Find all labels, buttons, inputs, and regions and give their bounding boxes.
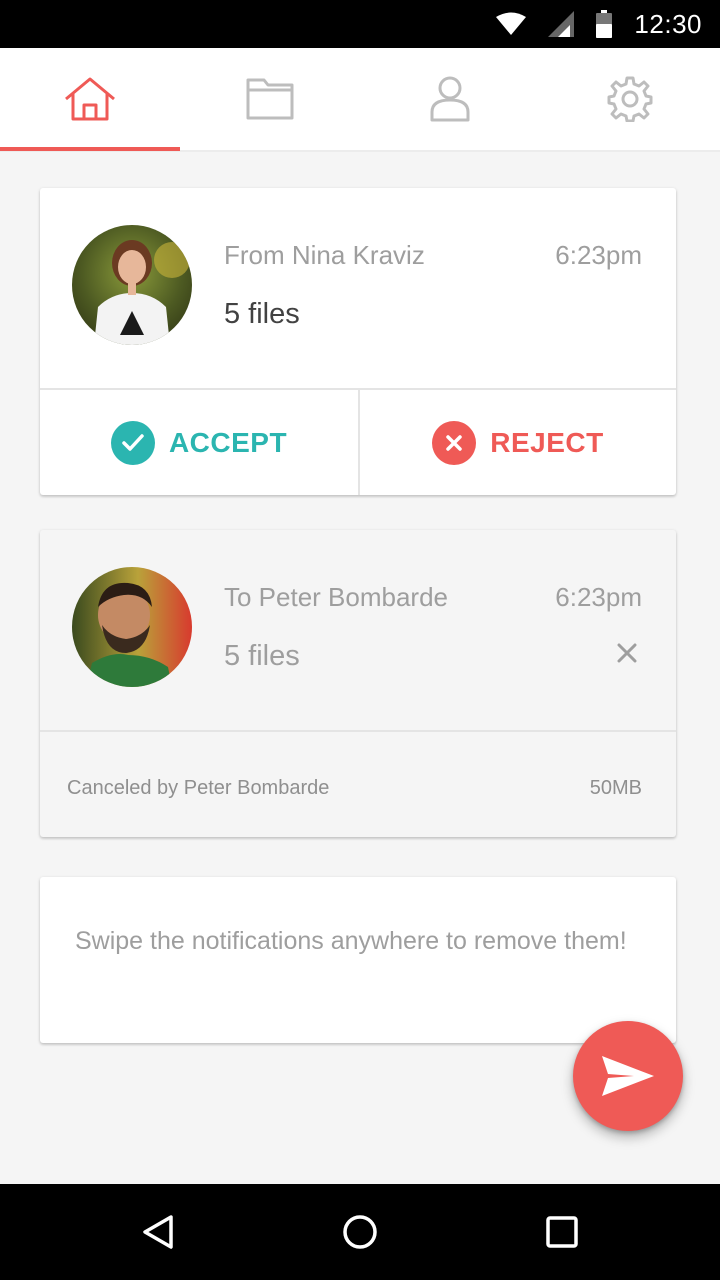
battery-icon	[596, 10, 613, 38]
tab-home[interactable]	[0, 48, 180, 150]
reject-label: REJECT	[490, 427, 604, 458]
file-count: 5 files	[224, 298, 300, 330]
back-icon	[143, 1215, 173, 1249]
send-icon	[602, 1056, 654, 1096]
active-tab-indicator	[0, 147, 180, 151]
back-button[interactable]	[138, 1212, 178, 1252]
avatar	[72, 225, 192, 345]
accept-label: ACCEPT	[168, 427, 288, 458]
timestamp: 6:23pm	[555, 582, 642, 612]
accept-button[interactable]: ACCEPT	[40, 391, 358, 495]
hint-card[interactable]: Swipe the notifications anywhere to remo…	[40, 877, 676, 1043]
home-button[interactable]	[340, 1212, 380, 1252]
home-circle-icon	[343, 1215, 377, 1249]
hint-text: Swipe the notifications anywhere to remo…	[75, 927, 627, 955]
incoming-transfer-card[interactable]: From Nina Kraviz 6:23pm 5 files ACCEPT R…	[40, 188, 676, 495]
status-bar: 12:30	[0, 0, 720, 48]
recipient-label: To Peter Bombarde	[224, 582, 449, 612]
sender-label: From Nina Kraviz	[224, 240, 425, 270]
tab-files[interactable]	[180, 48, 360, 150]
avatar	[72, 567, 192, 687]
tab-profile[interactable]	[360, 48, 540, 150]
folder-icon	[246, 78, 294, 120]
check-icon	[110, 421, 155, 465]
reject-button[interactable]: REJECT	[360, 391, 676, 495]
outgoing-transfer-card[interactable]: To Peter Bombarde 6:23pm 5 files Cancele…	[40, 530, 676, 837]
send-button[interactable]	[573, 1021, 683, 1131]
timestamp: 6:23pm	[555, 240, 642, 270]
tab-settings[interactable]	[540, 48, 720, 150]
recents-icon	[546, 1216, 578, 1248]
system-nav-bar	[0, 1184, 720, 1280]
clock: 12:30	[634, 8, 702, 39]
divider	[40, 730, 676, 732]
file-count: 5 files	[224, 640, 300, 672]
home-icon	[65, 77, 115, 121]
person-icon	[430, 76, 470, 122]
status-text: Canceled by Peter Bombarde	[67, 777, 330, 799]
recents-button[interactable]	[542, 1212, 582, 1252]
file-size: 50MB	[589, 777, 642, 799]
close-icon	[432, 421, 477, 465]
signal-icon	[548, 11, 575, 37]
dismiss-icon[interactable]	[616, 642, 638, 664]
wifi-icon	[496, 12, 527, 35]
top-tab-bar	[0, 48, 720, 152]
gear-icon	[607, 76, 653, 122]
status-icons: 12:30	[496, 0, 702, 48]
